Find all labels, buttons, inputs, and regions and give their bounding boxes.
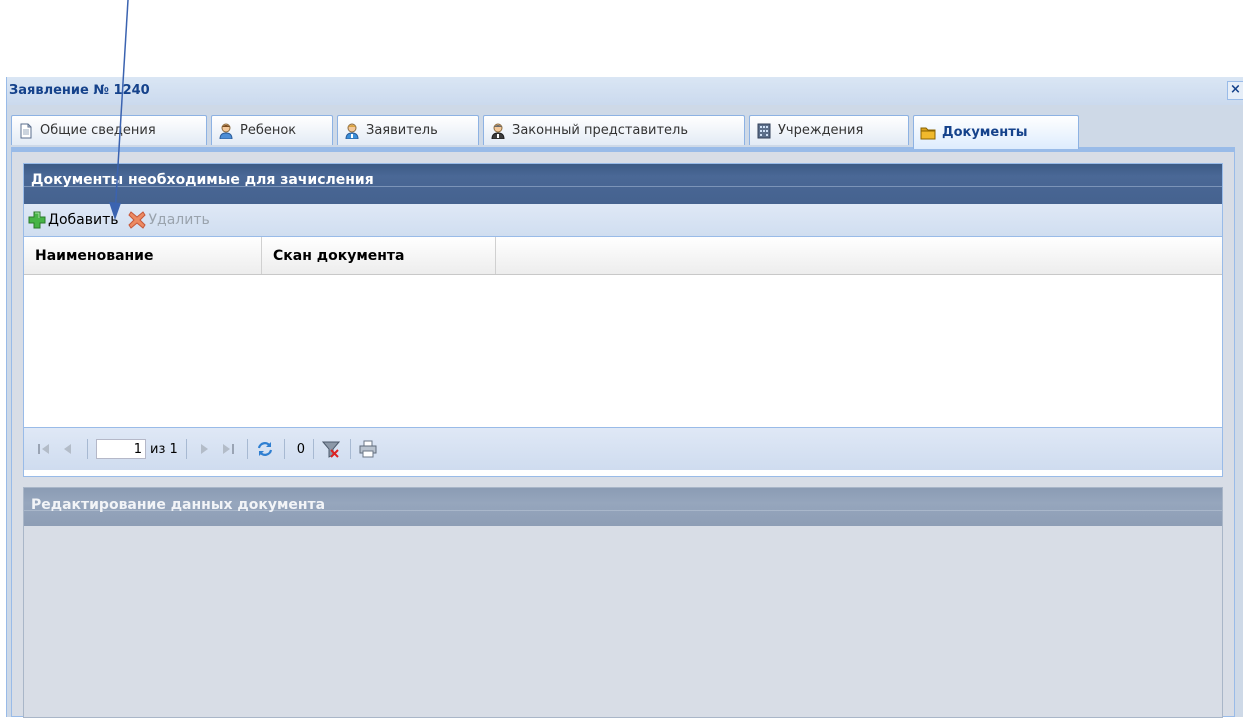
next-page-icon [200, 444, 208, 454]
column-header-filler [496, 237, 1222, 274]
tab-label: Учреждения [778, 123, 864, 138]
tab-label: Законный представитель [512, 123, 689, 138]
plus-icon [28, 211, 46, 229]
tab-content-area: Документы необходимые для зачисления Доб… [11, 151, 1235, 718]
add-button[interactable]: Добавить [28, 211, 118, 229]
tab-label: Заявитель [366, 123, 438, 138]
page-number-input[interactable] [96, 439, 146, 459]
tab-label: Общие сведения [40, 123, 156, 138]
clear-filter-button[interactable] [322, 440, 341, 458]
documents-panel-title: Документы необходимые для зачисления [31, 172, 374, 188]
refresh-icon [257, 442, 272, 456]
tab-documents[interactable]: Документы [913, 115, 1079, 149]
delete-button-label: Удалить [148, 212, 210, 228]
building-icon [757, 123, 771, 138]
clear-filter-icon [322, 441, 341, 458]
grid-body[interactable] [24, 275, 1222, 427]
delete-button[interactable]: Удалить [128, 211, 210, 229]
delete-x-icon [128, 211, 147, 229]
first-page-icon [38, 444, 49, 454]
add-button-label: Добавить [48, 212, 119, 228]
application-window: Заявление № 1240 × Общие сведения Ребено… [6, 77, 1243, 718]
documents-panel-header: Документы необходимые для зачисления [24, 164, 1222, 204]
prev-page-icon [64, 444, 71, 454]
tab-general-info[interactable]: Общие сведения [11, 115, 207, 145]
edit-panel-header: Редактирование данных документа [24, 488, 1222, 526]
prev-page-button[interactable] [59, 440, 77, 458]
record-count: 0 [296, 441, 306, 457]
window-header[interactable]: Заявление № 1240 × [7, 77, 1243, 105]
window-title: Заявление № 1240 [9, 83, 150, 98]
representative-icon [491, 123, 505, 139]
paging-toolbar: из 1 0 [24, 427, 1222, 470]
printer-icon [359, 440, 377, 458]
tab-strip: Общие сведения Ребенок Заявитель Законны… [11, 115, 1235, 151]
next-page-button[interactable] [195, 440, 213, 458]
grid-column-headers: Наименование Скан документа [24, 237, 1222, 275]
tab-institutions[interactable]: Учреждения [749, 115, 909, 145]
first-page-button[interactable] [35, 440, 53, 458]
print-button[interactable] [359, 440, 377, 458]
close-button[interactable]: × [1227, 81, 1243, 100]
last-page-button[interactable] [219, 440, 237, 458]
tab-label: Документы [942, 125, 1028, 140]
tab-child[interactable]: Ребенок [211, 115, 333, 145]
close-icon: × [1230, 82, 1241, 97]
column-header-scan[interactable]: Скан документа [262, 237, 496, 274]
last-page-icon [222, 444, 234, 454]
document-icon [20, 123, 32, 138]
refresh-button[interactable] [256, 440, 274, 458]
page-total-label: из 1 [150, 441, 178, 457]
tab-label: Ребенок [240, 123, 297, 138]
documents-toolbar: Добавить Удалить [24, 204, 1222, 237]
tab-legal-representative[interactable]: Законный представитель [483, 115, 745, 145]
tab-applicant[interactable]: Заявитель [337, 115, 479, 145]
column-header-name[interactable]: Наименование [24, 237, 262, 274]
documents-grid-panel: Документы необходимые для зачисления Доб… [23, 163, 1223, 477]
child-icon [219, 123, 233, 139]
document-edit-panel: Редактирование данных документа [23, 487, 1223, 718]
applicant-icon [345, 123, 359, 139]
edit-panel-title: Редактирование данных документа [31, 497, 326, 513]
folder-icon [920, 127, 936, 139]
